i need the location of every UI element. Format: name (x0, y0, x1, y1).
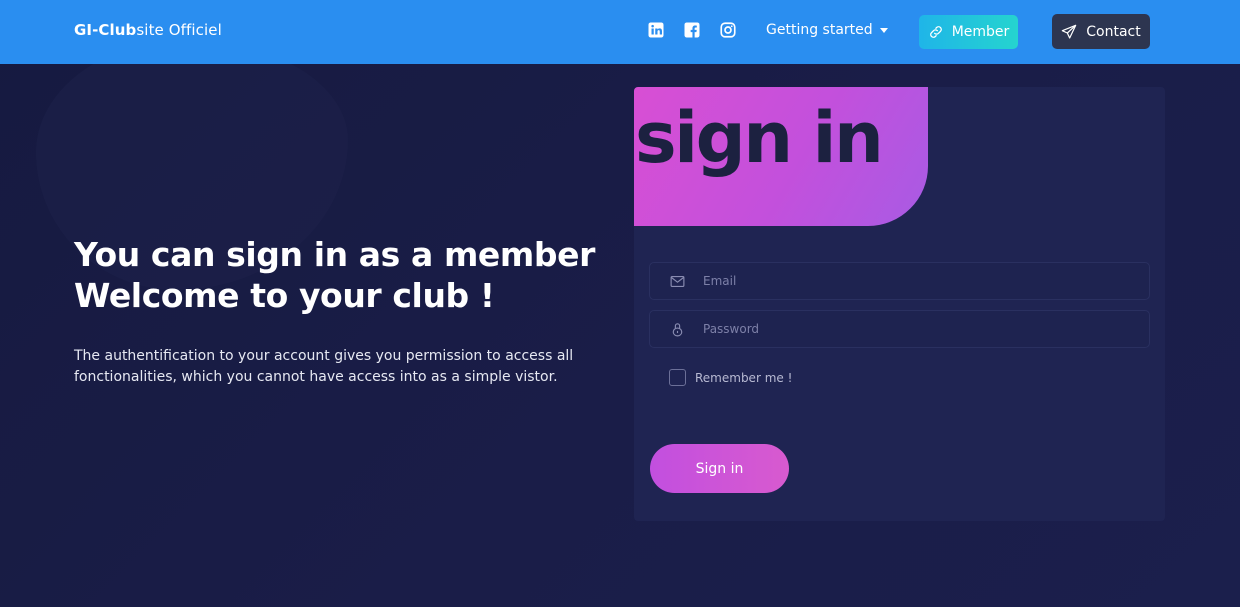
sign-in-button[interactable]: Sign in (650, 444, 789, 493)
remember-me: Remember me ! (669, 369, 792, 386)
remember-me-label: Remember me ! (695, 370, 793, 385)
hero-title-line2: Welcome to your club ! (74, 276, 495, 315)
brand-rest: site Officiel (136, 21, 222, 39)
hero-description: The authentification to your account giv… (74, 348, 574, 385)
linkedin-icon[interactable] (647, 21, 665, 39)
navbar: GI-Clubsite Officiel Getting started Mem… (0, 0, 1240, 64)
email-input[interactable] (703, 274, 1149, 288)
member-button[interactable]: Member (919, 15, 1018, 49)
brand-bold: GI-Club (74, 21, 137, 39)
caret-down-icon (879, 27, 888, 33)
password-field (649, 310, 1150, 348)
member-button-label: Member (951, 24, 1010, 40)
contact-button[interactable]: Contact (1052, 14, 1150, 49)
instagram-icon[interactable] (719, 21, 737, 39)
email-field (649, 262, 1150, 300)
facebook-icon[interactable] (683, 21, 701, 39)
sign-in-heading: sign in (635, 97, 884, 179)
remember-me-checkbox[interactable] (669, 369, 686, 386)
lock-icon (668, 320, 686, 338)
getting-started-dropdown[interactable]: Getting started (766, 22, 888, 38)
hero-title-line1: You can sign in as a member (74, 235, 595, 274)
paper-plane-icon (1061, 24, 1077, 39)
sign-in-card: sign in Remember me ! Sign in (634, 87, 1165, 521)
getting-started-label: Getting started (766, 22, 873, 38)
envelope-icon (668, 272, 686, 290)
sign-in-card-header: sign in (634, 87, 928, 226)
password-input[interactable] (703, 322, 1149, 336)
link-icon (929, 26, 942, 38)
brand-logo[interactable]: GI-Clubsite Officiel (74, 21, 222, 39)
contact-button-label: Contact (1086, 23, 1141, 40)
hero-title: You can sign in as a member Welcome to y… (74, 234, 614, 316)
